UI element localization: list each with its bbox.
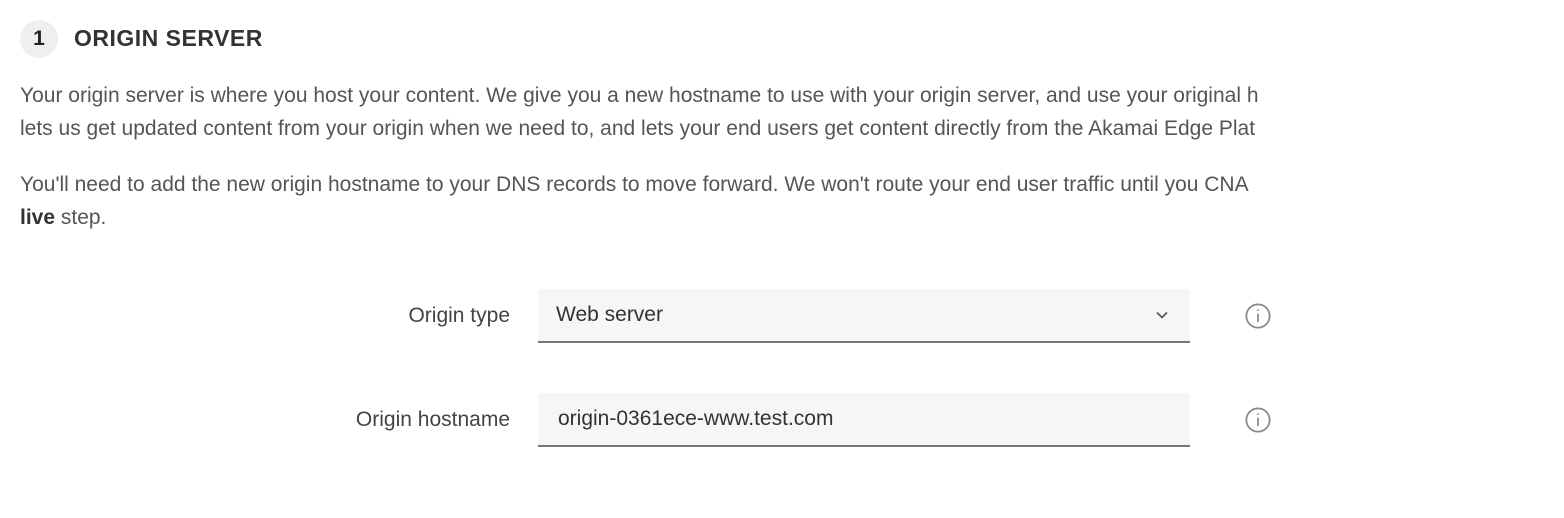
origin-type-label: Origin type	[20, 300, 510, 333]
description-paragraph-1: Your origin server is where you host you…	[20, 80, 1544, 145]
step-number-badge: 1	[20, 20, 58, 58]
description-line3a: You'll need to add the new origin hostna…	[20, 173, 1249, 196]
origin-type-row: Origin type Web server	[20, 289, 1544, 343]
origin-hostname-row: Origin hostname	[20, 393, 1544, 447]
section-header: 1 ORIGIN SERVER	[20, 20, 1544, 58]
info-icon	[1244, 406, 1272, 434]
description-line1: Your origin server is where you host you…	[20, 84, 1259, 107]
info-icon	[1244, 302, 1272, 330]
origin-type-select[interactable]: Web server	[538, 289, 1190, 343]
description-bold-live: live	[20, 206, 55, 229]
section-title: ORIGIN SERVER	[74, 21, 263, 57]
origin-type-info-button[interactable]	[1244, 302, 1272, 330]
description-paragraph-2: You'll need to add the new origin hostna…	[20, 169, 1544, 234]
description-line3b: step.	[55, 206, 106, 229]
chevron-down-icon	[1152, 305, 1172, 325]
description-line2: lets us get updated content from your or…	[20, 117, 1255, 140]
origin-hostname-info-button[interactable]	[1244, 406, 1272, 434]
origin-type-value: Web server	[556, 299, 1152, 332]
form-area: Origin type Web server Origin hostname	[20, 289, 1544, 447]
origin-hostname-label: Origin hostname	[20, 404, 510, 437]
origin-hostname-input-wrap[interactable]	[538, 393, 1190, 447]
origin-hostname-input[interactable]	[556, 406, 1172, 432]
